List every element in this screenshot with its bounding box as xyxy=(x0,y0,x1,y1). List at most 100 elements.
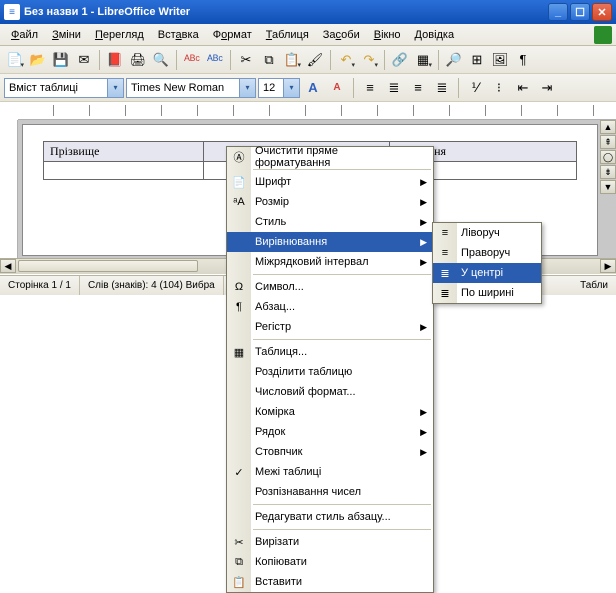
window-title: Без назви 1 - LibreOffice Writer xyxy=(24,6,548,18)
ctx-font[interactable]: 📄Шрифт▶ xyxy=(227,172,433,192)
align-right-item[interactable]: ≡Праворуч xyxy=(433,243,541,263)
format-paint-button[interactable]: 🖌 xyxy=(304,49,326,71)
ctx-paragraph[interactable]: ¶Абзац... xyxy=(227,297,433,317)
ctx-edit-style[interactable]: Редагувати стиль абзацу... xyxy=(227,507,433,527)
scroll-right-icon[interactable]: ▶ xyxy=(600,259,616,273)
scroll-left-icon[interactable]: ◀ xyxy=(0,259,16,273)
ctx-row[interactable]: Рядок▶ xyxy=(227,422,433,442)
align-center-icon: ≣ xyxy=(437,265,453,281)
ctx-cut[interactable]: ✂Вирізати xyxy=(227,532,433,552)
prev-page-icon[interactable]: ⇞ xyxy=(600,135,616,149)
ctx-split-table[interactable]: Розділити таблицю xyxy=(227,362,433,382)
number-list-button[interactable]: ⅟ xyxy=(464,77,486,99)
ctx-table[interactable]: ▦Таблиця... xyxy=(227,342,433,362)
status-right: Табли xyxy=(572,276,616,295)
open-button[interactable]: 📂 xyxy=(27,49,49,71)
scroll-thumb[interactable] xyxy=(18,260,198,272)
align-justify-item[interactable]: ≣По ширині xyxy=(433,283,541,303)
check-icon: ✓ xyxy=(231,464,247,480)
menu-tools[interactable]: Засоби xyxy=(316,27,367,43)
nav-circle-icon[interactable]: ◯ xyxy=(600,150,616,164)
menu-file[interactable]: Файл xyxy=(4,27,45,43)
font-size-combo[interactable]: 12▾ xyxy=(258,78,300,98)
find-button[interactable]: 🔎 xyxy=(443,49,465,71)
align-right-button[interactable]: ≡ xyxy=(407,77,429,99)
copy-button[interactable]: ⧉ xyxy=(258,49,280,71)
new-doc-button[interactable]: 📄▾ xyxy=(4,49,26,71)
menu-edit[interactable]: Зміни xyxy=(45,27,88,43)
increase-indent-button[interactable]: ⇥ xyxy=(536,77,558,99)
paste-button[interactable]: 📋▾ xyxy=(281,49,303,71)
save-button[interactable]: 💾 xyxy=(50,49,72,71)
ctx-borders[interactable]: ✓Межі таблиці xyxy=(227,462,433,482)
gallery-button[interactable]: 🖼 xyxy=(489,49,511,71)
close-button[interactable]: ✕ xyxy=(592,3,612,21)
ctx-cell[interactable]: Комірка▶ xyxy=(227,402,433,422)
ctx-line-spacing[interactable]: Міжрядковий інтервал▶ xyxy=(227,252,433,272)
table-cell: Прізвище xyxy=(44,142,204,162)
ctx-number-format[interactable]: Числовий формат... xyxy=(227,382,433,402)
ctx-clear-formatting[interactable]: ⒶОчистити пряме форматування xyxy=(227,147,433,167)
ctx-paste[interactable]: 📋Вставити xyxy=(227,572,433,592)
vertical-ruler[interactable] xyxy=(0,120,18,260)
menu-format[interactable]: Формат xyxy=(206,27,259,43)
export-pdf-button[interactable]: 📕 xyxy=(104,49,126,71)
scroll-up-icon[interactable]: ▲ xyxy=(600,120,616,134)
status-page[interactable]: Сторінка 1 / 1 xyxy=(0,276,80,295)
libreoffice-logo-icon xyxy=(594,26,612,44)
hyperlink-button[interactable]: 🔗 xyxy=(389,49,411,71)
navigator-button[interactable]: ⊞ xyxy=(466,49,488,71)
table-button[interactable]: ▦▾ xyxy=(412,49,434,71)
maximize-button[interactable]: ☐ xyxy=(570,3,590,21)
ctx-register[interactable]: Регістр▶ xyxy=(227,317,433,337)
align-justify-button[interactable]: ≣ xyxy=(431,77,453,99)
align-left-item[interactable]: ≡Ліворуч xyxy=(433,223,541,243)
decrease-indent-button[interactable]: ⇤ xyxy=(512,77,534,99)
align-justify-icon: ≣ xyxy=(437,285,453,301)
formatting-toolbar: Вміст таблиці▾ Times New Roman▾ 12▾ A A … xyxy=(0,74,616,102)
alignment-submenu: ≡Ліворуч ≡Праворуч ≣У центрі ≣По ширині xyxy=(432,222,542,304)
grow-font-button[interactable]: A xyxy=(302,77,324,99)
redo-button[interactable]: ↷▾ xyxy=(358,49,380,71)
align-right-icon: ≡ xyxy=(437,245,453,261)
next-page-icon[interactable]: ⇟ xyxy=(600,165,616,179)
status-wordcount[interactable]: Слів (знаків): 4 (104) Вибра xyxy=(80,276,224,295)
ctx-number-recognition[interactable]: Розпізнавання чисел xyxy=(227,482,433,502)
autospell-button[interactable]: ᴬᴮᶜ xyxy=(204,49,226,71)
email-button[interactable]: ✉ xyxy=(73,49,95,71)
align-left-button[interactable]: ≡ xyxy=(359,77,381,99)
vertical-scroll-nav: ▲ ⇞ ◯ ⇟ ▼ xyxy=(600,120,616,194)
menu-window[interactable]: Вікно xyxy=(367,27,408,43)
menu-table[interactable]: Таблиця xyxy=(259,27,316,43)
ctx-copy[interactable]: ⧉Копіювати xyxy=(227,552,433,572)
horizontal-ruler[interactable] xyxy=(18,102,616,120)
menu-view[interactable]: Перегляд xyxy=(88,27,151,43)
minimize-button[interactable]: _ xyxy=(548,3,568,21)
shrink-font-button[interactable]: A xyxy=(326,77,348,99)
context-menu: ⒶОчистити пряме форматування 📄Шрифт▶ ᵃAР… xyxy=(226,146,434,593)
table-icon: ▦ xyxy=(231,344,247,360)
bullet-list-button[interactable]: ⁝ xyxy=(488,77,510,99)
standard-toolbar: 📄▾ 📂 💾 ✉ 📕 🖨 🔍 ᴬᴮᶜ ᴬᴮᶜ ✂ ⧉ 📋▾ 🖌 ↶▾ ↷▾ 🔗 … xyxy=(0,46,616,74)
paragraph-style-combo[interactable]: Вміст таблиці▾ xyxy=(4,78,124,98)
spellcheck-button[interactable]: ᴬᴮᶜ xyxy=(181,49,203,71)
ctx-alignment[interactable]: Вирівнювання▶ xyxy=(227,232,433,252)
nonprinting-button[interactable]: ¶ xyxy=(512,49,534,71)
undo-button[interactable]: ↶▾ xyxy=(335,49,357,71)
align-center-item[interactable]: ≣У центрі xyxy=(433,263,541,283)
align-center-button[interactable]: ≣ xyxy=(383,77,405,99)
ctx-size[interactable]: ᵃAРозмір▶ xyxy=(227,192,433,212)
cut-icon: ✂ xyxy=(231,534,247,550)
cut-button[interactable]: ✂ xyxy=(235,49,257,71)
window-controls: _ ☐ ✕ xyxy=(548,3,612,21)
scroll-down-icon[interactable]: ▼ xyxy=(600,180,616,194)
ctx-column[interactable]: Стовпчик▶ xyxy=(227,442,433,462)
font-name-combo[interactable]: Times New Roman▾ xyxy=(126,78,256,98)
ctx-symbol[interactable]: ΩСимвол... xyxy=(227,277,433,297)
print-button[interactable]: 🖨 xyxy=(127,49,149,71)
table-cell xyxy=(44,162,204,180)
ctx-style[interactable]: Стиль▶ xyxy=(227,212,433,232)
menu-insert[interactable]: Вставка xyxy=(151,27,206,43)
menu-help[interactable]: Довідка xyxy=(408,27,462,43)
preview-button[interactable]: 🔍 xyxy=(150,49,172,71)
